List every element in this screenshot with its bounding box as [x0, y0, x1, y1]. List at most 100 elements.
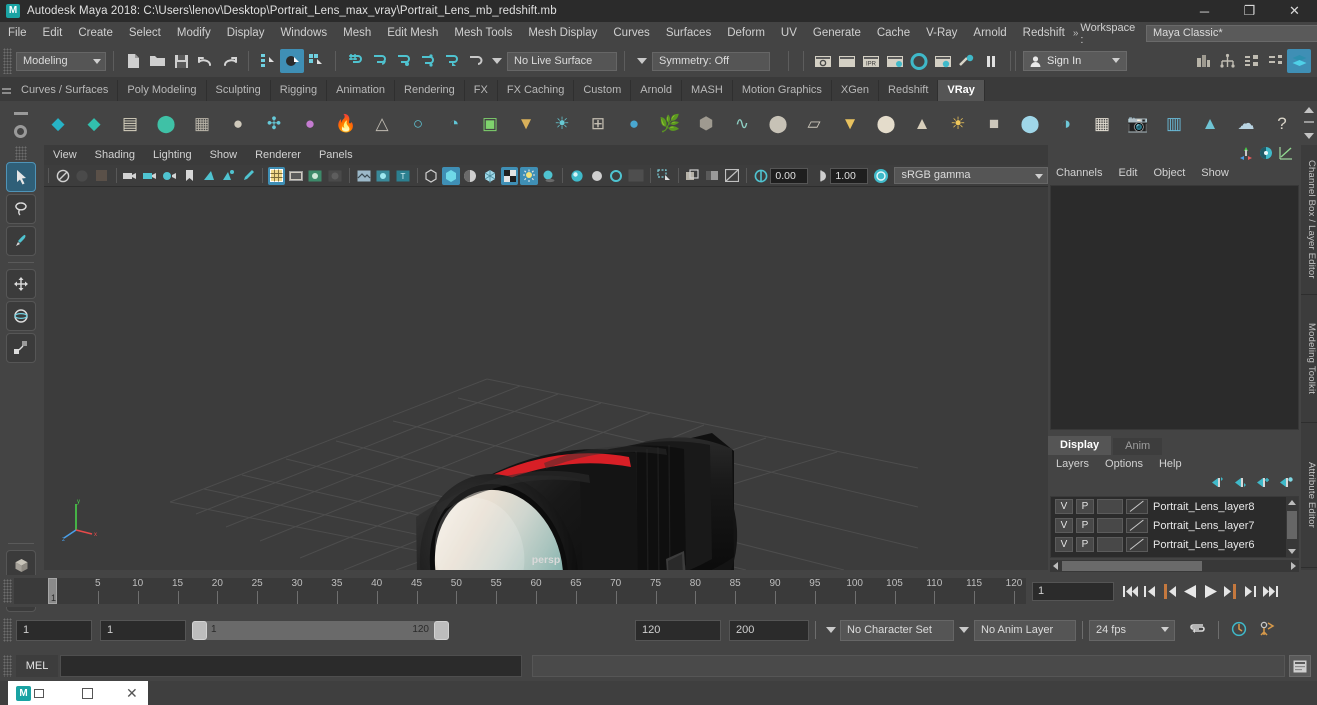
- vray-ies-light-icon[interactable]: ▼: [510, 107, 542, 139]
- play-forwards-button[interactable]: [1200, 580, 1220, 602]
- shelf-tab-vray[interactable]: VRay: [938, 80, 985, 101]
- menu-v-ray[interactable]: V-Ray: [918, 22, 965, 45]
- menu-overflow-icon[interactable]: »: [1073, 28, 1078, 39]
- panel-menu-renderer[interactable]: Renderer: [246, 145, 310, 165]
- workspace-select[interactable]: Maya Classic*: [1145, 25, 1317, 42]
- channel-box-panel-icon[interactable]: [1287, 49, 1311, 73]
- vray-rect-light-icon[interactable]: ▣: [474, 107, 506, 139]
- shelf-scroll-arrows[interactable]: [1301, 103, 1317, 143]
- layer-playback-toggle[interactable]: P: [1076, 499, 1094, 514]
- vray-checker-icon[interactable]: ▦: [1086, 107, 1118, 139]
- auto-key-icon[interactable]: [1231, 621, 1247, 640]
- range-start-field[interactable]: 1: [100, 619, 186, 641]
- side-tab-channel-box-layer-editor[interactable]: Channel Box / Layer Editor: [1301, 145, 1317, 295]
- channelbox-menu-object[interactable]: Object: [1145, 163, 1193, 183]
- layer-list[interactable]: V P Portrait_Lens_layer8 V P Portrait_Lens_la…: [1050, 496, 1299, 558]
- panel-menu-shading[interactable]: Shading: [86, 145, 144, 165]
- close-button[interactable]: ✕: [1272, 0, 1317, 22]
- time-cursor[interactable]: 1: [48, 578, 57, 604]
- shelf-tab-arnold[interactable]: Arnold: [631, 80, 683, 101]
- pause-render-icon[interactable]: [979, 49, 1003, 73]
- script-editor-icon[interactable]: [1289, 655, 1311, 677]
- shade-all-icon[interactable]: [462, 167, 480, 185]
- layer-color-swatch[interactable]: [1126, 537, 1148, 552]
- vray-hair-icon[interactable]: ∿: [726, 107, 758, 139]
- shelf-tab-mash[interactable]: MASH: [682, 80, 733, 101]
- paint-select-tool[interactable]: [6, 226, 36, 256]
- shelf-tab-fx[interactable]: FX: [465, 80, 498, 101]
- save-scene-icon[interactable]: [169, 49, 193, 73]
- channelbox-menu-channels[interactable]: Channels: [1048, 163, 1110, 183]
- go-to-end-button[interactable]: [1260, 580, 1280, 602]
- move-tool[interactable]: [6, 269, 36, 299]
- vray-sunlight-icon[interactable]: ☀: [942, 107, 974, 139]
- shelf-tab-rendering[interactable]: Rendering: [395, 80, 465, 101]
- layer-menu-help[interactable]: Help: [1151, 455, 1190, 474]
- camera-bookmark-icon[interactable]: [161, 167, 179, 185]
- vray-aerial-icon[interactable]: ▲: [1194, 107, 1226, 139]
- menu-file[interactable]: File: [0, 22, 35, 45]
- menu-modify[interactable]: Modify: [169, 22, 219, 45]
- vray-material-ball-icon[interactable]: ⬤: [1014, 107, 1046, 139]
- menu-deform[interactable]: Deform: [719, 22, 773, 45]
- vray-dome-light-icon[interactable]: ○: [402, 107, 434, 139]
- use-all-lights-icon[interactable]: [520, 166, 538, 185]
- layer-menu-layers[interactable]: Layers: [1048, 455, 1097, 474]
- taskbar-window-button[interactable]: M ✕: [8, 681, 148, 705]
- layer-menu-options[interactable]: Options: [1097, 455, 1151, 474]
- step-forward-frame-button[interactable]: [1240, 580, 1260, 602]
- menu-generate[interactable]: Generate: [805, 22, 869, 45]
- wireframe-icon[interactable]: [422, 167, 440, 185]
- layer-row[interactable]: V P Portrait_Lens_layer8: [1051, 497, 1298, 516]
- layer-name[interactable]: Portrait_Lens_layer8: [1153, 501, 1255, 513]
- playback-speed-select[interactable]: 24 fps: [1089, 619, 1175, 641]
- shelf-tab-motion-graphics[interactable]: Motion Graphics: [733, 80, 832, 101]
- render-settings-icon[interactable]: [883, 49, 907, 73]
- vray-light-lister-icon[interactable]: ▦: [186, 107, 218, 139]
- xray-duplicate-icon[interactable]: [684, 167, 702, 185]
- ambient-occlusion-icon[interactable]: [568, 167, 586, 185]
- channelbox-menu-edit[interactable]: Edit: [1110, 163, 1145, 183]
- vray-stereo-icon[interactable]: ▥: [1158, 107, 1190, 139]
- chevron-down-icon[interactable]: [492, 58, 502, 64]
- layer-visibility-toggle[interactable]: V: [1055, 499, 1073, 514]
- isolate-select-icon[interactable]: [656, 167, 674, 185]
- shelf-tab-redshift[interactable]: Redshift: [879, 80, 939, 101]
- ipr-render-icon[interactable]: IPR: [859, 49, 883, 73]
- vray-displacement-icon[interactable]: ✣: [258, 107, 290, 139]
- exposure-field[interactable]: 0.00: [770, 167, 808, 184]
- menu-redshift[interactable]: Redshift: [1015, 22, 1073, 45]
- vray-material-icon[interactable]: ●: [222, 107, 254, 139]
- current-frame-field[interactable]: 1: [1032, 581, 1114, 601]
- chevron-down-icon[interactable]: [959, 627, 969, 633]
- xray-icon[interactable]: [355, 167, 373, 185]
- new-layer-from-selected-icon[interactable]: [1278, 476, 1293, 492]
- layer-type-toggle[interactable]: [1097, 499, 1123, 514]
- vray-grid-icon[interactable]: ⊞: [582, 107, 614, 139]
- animation-preferences-icon[interactable]: [1259, 621, 1275, 640]
- hardware-texture-icon[interactable]: [481, 167, 499, 185]
- play-backwards-button[interactable]: [1180, 580, 1200, 602]
- go-to-start-button[interactable]: [1120, 580, 1140, 602]
- toolbox-grip[interactable]: [15, 146, 27, 160]
- channelbox-menu-show[interactable]: Show: [1193, 163, 1237, 183]
- vray-sphere-white-icon[interactable]: ⬤: [870, 107, 902, 139]
- restore-icon[interactable]: [34, 688, 44, 698]
- shelf-options-icon[interactable]: [0, 101, 40, 145]
- loop-playback-icon[interactable]: [1189, 622, 1206, 639]
- gamma-icon[interactable]: [812, 167, 830, 185]
- scroll-up-icon[interactable]: [1288, 500, 1296, 505]
- scroll-down-icon[interactable]: [1288, 549, 1296, 554]
- grid-icon[interactable]: [267, 166, 286, 185]
- anim-start-field[interactable]: 1: [16, 619, 92, 641]
- range-end-handle[interactable]: [434, 620, 449, 640]
- menu-mesh-display[interactable]: Mesh Display: [520, 22, 605, 45]
- layer-name[interactable]: Portrait_Lens_layer6: [1153, 539, 1255, 551]
- menu-mesh[interactable]: Mesh: [335, 22, 379, 45]
- shelf-tab-animation[interactable]: Animation: [327, 80, 396, 101]
- menu-edit-mesh[interactable]: Edit Mesh: [379, 22, 446, 45]
- new-scene-icon[interactable]: [121, 49, 145, 73]
- vray-camera-icon[interactable]: 📷: [1122, 107, 1154, 139]
- antialias-icon[interactable]: [588, 167, 606, 185]
- shelf-tab-curves-surfaces[interactable]: Curves / Surfaces: [12, 80, 119, 101]
